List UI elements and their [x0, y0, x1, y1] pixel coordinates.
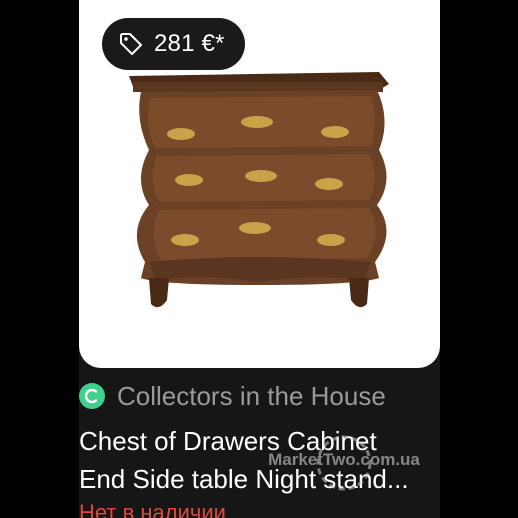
availability-status: Нет в наличии — [79, 500, 226, 518]
product-card[interactable]: 281 €* Collectors in the House Chest of … — [79, 0, 440, 518]
price-value: 281 €* — [154, 30, 225, 57]
product-image-area[interactable]: 281 €* — [79, 0, 440, 368]
seller-name[interactable]: Collectors in the House — [117, 381, 386, 412]
price-badge: 281 €* — [102, 18, 245, 70]
seller-logo-icon — [84, 388, 98, 404]
product-title-line: End Side table Night stand... — [79, 464, 409, 494]
product-title[interactable]: Chest of Drawers Cabinet End Side table … — [79, 422, 440, 498]
screen: 281 €* Collectors in the House Chest of … — [0, 0, 518, 518]
seller-row[interactable]: Collectors in the House — [79, 380, 386, 412]
product-title-line: Chest of Drawers Cabinet — [79, 426, 377, 456]
price-tag-icon — [118, 31, 144, 57]
seller-avatar — [79, 383, 105, 409]
